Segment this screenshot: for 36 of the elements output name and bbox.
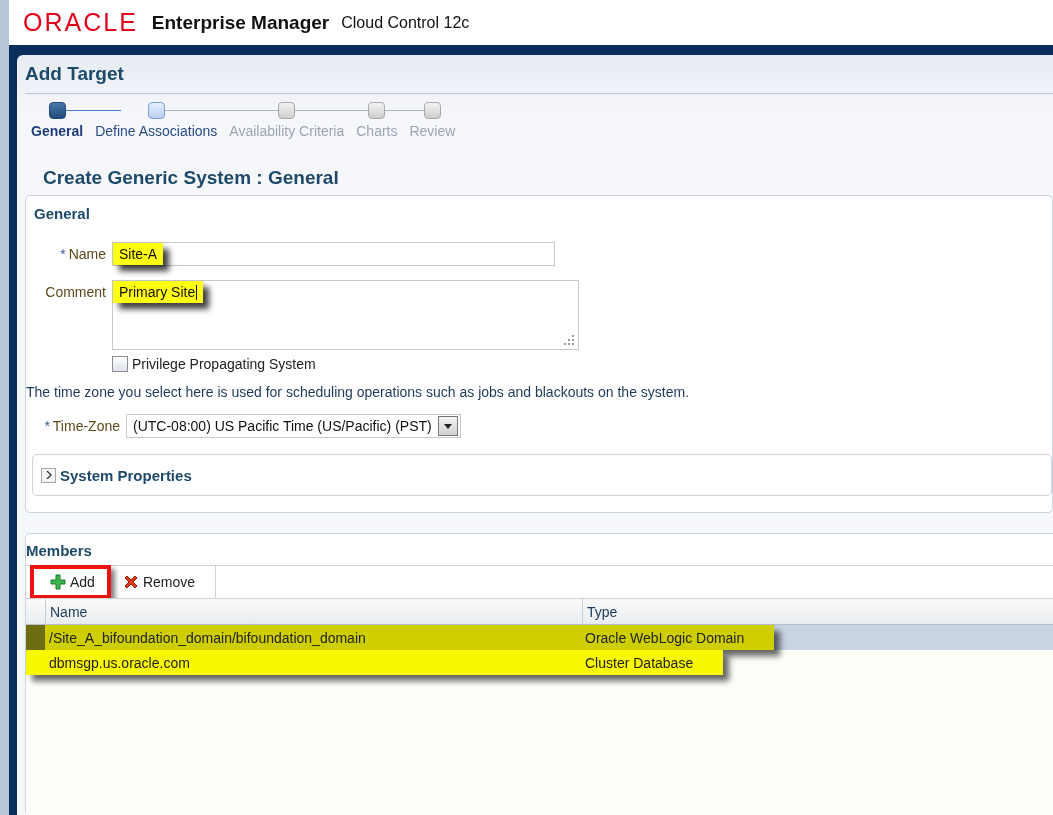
table-cell-text: /Site_A_bifoundation_domain/bifoundation_domain	[48, 628, 367, 648]
table-cell-text: dbmsgp.us.oracle.com	[48, 653, 191, 673]
name-field[interactable]: Site-A	[112, 242, 555, 266]
expand-icon[interactable]	[41, 467, 56, 483]
remove-button[interactable]: Remove	[114, 565, 212, 599]
step-link[interactable]: Define Associations	[89, 119, 224, 139]
checkbox[interactable]	[112, 356, 128, 372]
step-link[interactable]: General	[25, 119, 90, 139]
step-marker[interactable]	[48, 102, 66, 119]
plus-icon	[50, 574, 66, 590]
timezone-hint: The time zone you select here is used for scheduling operations such as jobs and blackouts on the system.	[26, 384, 691, 400]
column-header[interactable]: Name	[45, 599, 582, 624]
product-name: Enterprise Manager	[151, 11, 330, 34]
panel-heading: General	[33, 204, 91, 222]
system-properties-toggle[interactable]: System Properties	[60, 466, 192, 484]
brand-logo: ORACLE	[23, 8, 138, 37]
panel-heading: Members	[26, 541, 93, 559]
checkbox-label: Privilege Propagating System	[132, 356, 316, 372]
table-cell-text: Oracle WebLogic Domain	[584, 628, 746, 648]
field-label: Time-Zone	[52, 418, 120, 434]
page-title: Add Target	[25, 63, 1053, 94]
step-marker[interactable]	[147, 102, 165, 119]
field-label: Comment	[44, 283, 107, 300]
section-title: Create Generic System : General	[43, 167, 340, 189]
field-label: Name	[68, 246, 106, 262]
comment-field[interactable]: Primary Site	[112, 280, 579, 350]
required-mark: *	[60, 246, 66, 262]
resize-grip-icon[interactable]	[564, 335, 574, 345]
product-edition: Cloud Control 12c	[341, 13, 470, 32]
table-row[interactable]: /Site_A_bifoundation_domain/bifoundation_domain Oracle WebLogic Domain	[26, 625, 1053, 650]
dropdown-icon	[443, 423, 452, 429]
cross-icon	[122, 574, 139, 590]
timezone-select[interactable]: (UTC-08:00) US Pacific Time (US/Pacific) (PST)	[126, 414, 461, 438]
table-cell-text: Cluster Database	[584, 653, 695, 673]
column-header[interactable]: Type	[582, 599, 1053, 624]
required-mark: *	[44, 418, 50, 434]
